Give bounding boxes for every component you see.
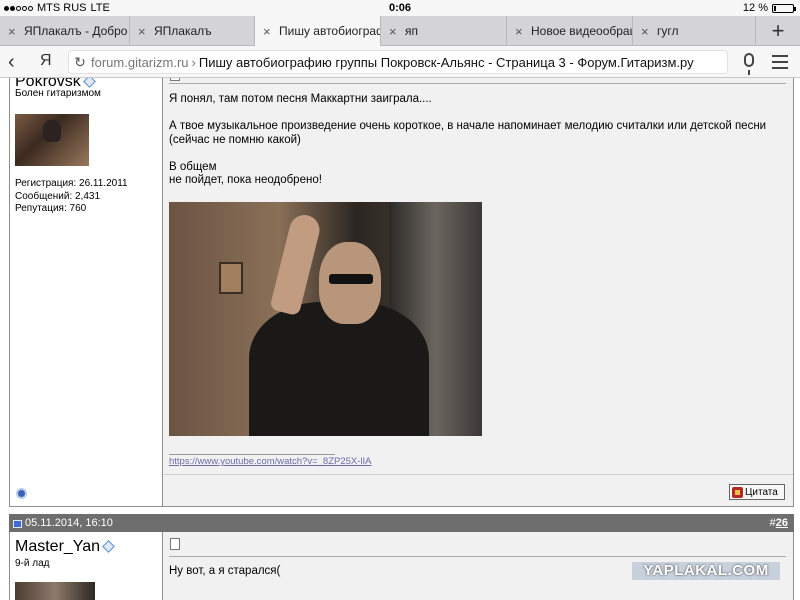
tab-label: гугл [657,24,679,38]
youtube-link[interactable]: https://www.youtube.com/watch?v=_8ZP25X-… [169,456,372,467]
battery-info: 12 % [742,2,796,14]
author-username-text[interactable]: Master_Yan [15,538,100,555]
status-bar: MTS RUS LTE 0:06 12 % [0,0,800,16]
tab-label: яп [405,24,418,38]
post-author-panel: Pokrovsk Болен гитаризмом Регистрация: 2… [10,78,163,506]
post-message: Я понял, там потом песня Маккартни заигр… [169,93,769,188]
tab-yaplakal[interactable]: × ЯПлакалъ [130,16,255,46]
tab-label: Новое видеообращ [531,24,632,38]
post-author-panel: Master_Yan 9-й лад [10,532,163,600]
registration-date: Регистрация: 26.11.2011 [15,178,128,189]
tab-autobiography[interactable]: × Пишу автобиографию [255,16,381,46]
author-stats: Регистрация: 26.11.2011 Сообщений: 2,431… [15,178,128,216]
user-status-icon[interactable] [16,488,27,499]
battery-icon [772,3,796,13]
microphone-icon[interactable] [744,53,754,75]
tab-new-video[interactable]: × Новое видеообращ [507,16,633,46]
close-tab-icon[interactable]: × [641,24,651,39]
post-image[interactable] [169,202,482,436]
tab-label: ЯПлакалъ [154,24,212,38]
post-number-link[interactable]: 26 [776,517,788,529]
browser-tab-bar: × ЯПлакалъ - Добро × ЯПлакалъ × Пишу авт… [0,16,800,46]
site-watermark: YAPLAKAL.COM [632,562,780,580]
tab-yaplakal-dobro[interactable]: × ЯПлакалъ - Добро [0,16,130,46]
close-tab-icon[interactable]: × [515,24,525,39]
reputation: Репутация: 760 [15,203,87,214]
author-title: 9-й лад [15,558,50,569]
post-icon [13,520,22,528]
online-status-icon [102,540,115,553]
battery-percent: 12 % [742,2,768,14]
post-document-icon [170,78,180,81]
online-status-icon [82,78,96,88]
clock: 0:06 [388,2,412,14]
quote-button[interactable]: Цитата [729,484,785,500]
close-tab-icon[interactable]: × [389,24,399,39]
post-message: Ну вот, а я старался( [169,565,281,577]
yandex-logo-icon[interactable]: Я [40,52,52,70]
message-line: не пойдет, пока неодобрено! [169,174,322,186]
close-tab-icon[interactable]: × [8,24,18,39]
message-line: В общем [169,160,217,173]
author-avatar[interactable] [15,114,89,166]
post-divider [169,83,786,84]
author-username[interactable]: Master_Yan [15,538,115,556]
close-tab-icon[interactable]: × [263,24,273,39]
forum-content: Pokrovsk Болен гитаризмом Регистрация: 2… [0,78,800,600]
post-divider [169,556,786,557]
message-line: Я понял, там потом песня Маккартни заигр… [169,93,432,105]
close-tab-icon[interactable]: × [138,24,148,39]
author-title: Болен гитаризмом [15,88,101,99]
quote-icon [732,486,743,498]
url-page-title: Пишу автобиографию группы Покровск-Альян… [198,54,694,70]
tab-label: Пишу автобиографию [279,24,380,38]
post-body: Я понял, там потом песня Маккартни заигр… [164,78,793,506]
post-footer-divider [164,474,793,475]
url-domain: forum.gitarizm.ru [91,54,189,70]
tab-yap[interactable]: × яп [381,16,507,46]
post-document-icon [170,538,180,550]
quote-label: Цитата [745,486,778,498]
post-date: 05.11.2014, 16:10 [25,517,113,529]
browser-toolbar: ‹ Я ↻ forum.gitarizm.ru › Пишу автобиогр… [0,46,800,78]
address-bar[interactable]: ↻ forum.gitarizm.ru › Пишу автобиографию… [68,50,728,74]
message-line: А твое музыкальное произведение очень ко… [169,120,767,146]
signature-divider [169,454,335,455]
tab-google[interactable]: × гугл [633,16,756,46]
new-tab-button[interactable]: + [756,16,800,45]
message-count: Сообщений: 2,431 [15,190,101,202]
back-button[interactable]: ‹ [8,51,15,74]
author-avatar[interactable] [15,582,95,600]
post-header-bar: 05.11.2014, 16:10 #26 [9,514,794,532]
tab-label: ЯПлакалъ - Добро [24,24,128,38]
refresh-icon[interactable]: ↻ [69,54,91,71]
menu-icon[interactable] [772,55,788,73]
post-number[interactable]: #26 [770,517,788,529]
url-separator: › [191,54,196,70]
forum-post: Pokrovsk Болен гитаризмом Регистрация: 2… [9,78,794,507]
